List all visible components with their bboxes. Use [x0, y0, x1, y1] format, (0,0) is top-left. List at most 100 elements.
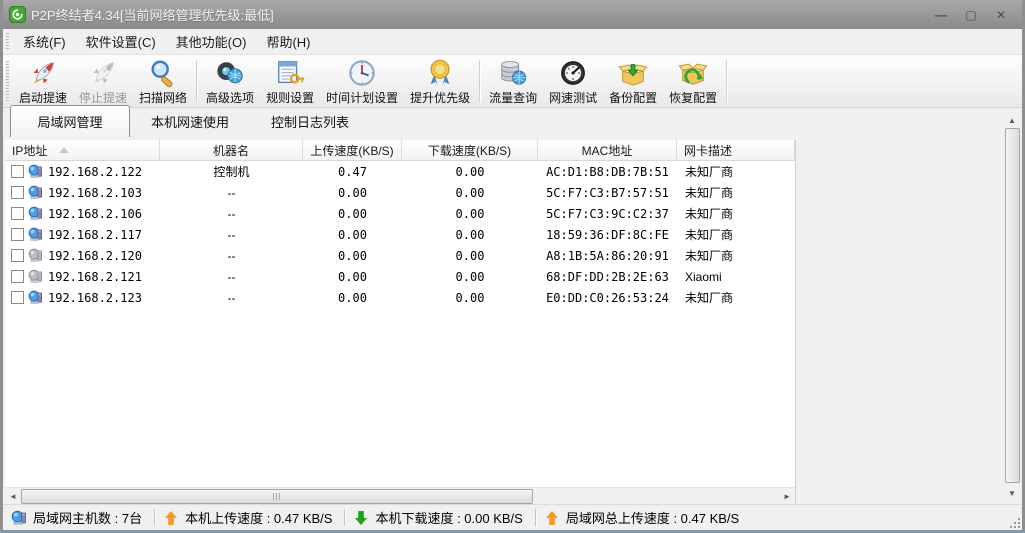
- host-row[interactable]: 192.168.2.117 -- 0.00 0.00 18:59:36:DF:8C:FE…: [5, 224, 795, 245]
- host-mac: 68:DF:DD:2B:2E:63: [546, 269, 669, 284]
- menu-item-system[interactable]: 系统(F): [13, 29, 76, 54]
- scroll-down-icon[interactable]: ▼: [1004, 485, 1020, 501]
- app-window: P2P终结者4.34[当前网络管理优先级:最低] — ▢ ✕ 系统(F) 软件设置…: [0, 0, 1025, 533]
- host-checkbox[interactable]: [11, 291, 24, 304]
- computer-icon: [28, 227, 44, 242]
- host-checkbox[interactable]: [11, 165, 24, 178]
- status-text: 本机下载速度 : 0.00 KB/S: [375, 511, 523, 526]
- host-checkbox[interactable]: [11, 270, 24, 283]
- toolbar-separator: [726, 60, 728, 102]
- tab-lan-manage[interactable]: 局域网管理: [10, 105, 130, 138]
- host-name: --: [227, 269, 236, 284]
- app-logo-icon: [9, 6, 26, 23]
- host-download-speed: 0.00: [455, 227, 485, 242]
- toolbar-button-priority[interactable]: 提升优先级: [404, 56, 476, 106]
- column-header[interactable]: 机器名: [160, 140, 303, 160]
- menu-item-help[interactable]: 帮助(H): [256, 29, 320, 54]
- menu-bar: 系统(F) 软件设置(C) 其他功能(O) 帮助(H): [3, 29, 1022, 55]
- host-list: IP地址 机器名 上传速度(KB/S) 下载速度(KB/S) MAC地址 网卡描述 192…: [5, 140, 796, 504]
- scroll-right-icon[interactable]: ►: [779, 488, 795, 504]
- toolbar: 启动提速 停止提速 扫描网络 高级选项 规则设置 时间计划设置 提升优先级 流量查询 网速测试备…: [3, 55, 1022, 108]
- toolbar-label: 流量查询: [489, 90, 538, 105]
- host-ip: 192.168.2.121: [48, 269, 142, 284]
- title-bar[interactable]: P2P终结者4.34[当前网络管理优先级:最低] — ▢ ✕: [3, 0, 1022, 29]
- scroll-grip-icon: [272, 493, 282, 500]
- status-text: 本机上传速度 : 0.47 KB/S: [185, 511, 333, 526]
- menu-item-other[interactable]: 其他功能(O): [166, 29, 257, 54]
- tab-content: IP地址 机器名 上传速度(KB/S) 下载速度(KB/S) MAC地址 网卡描述 192…: [3, 137, 1022, 504]
- toolbar-label: 备份配置: [609, 90, 658, 105]
- host-row[interactable]: 192.168.2.120 -- 0.00 0.00 A8:1B:5A:86:20:91…: [5, 245, 795, 266]
- toolbar-label: 高级选项: [206, 90, 255, 105]
- host-download-speed: 0.00: [455, 206, 485, 221]
- toolbar-label: 提升优先级: [410, 90, 471, 105]
- status-text: 局域网主机数 : 7台: [33, 511, 143, 526]
- column-header[interactable]: 上传速度(KB/S): [303, 140, 402, 160]
- column-header[interactable]: IP地址: [5, 140, 160, 160]
- status-lan-up: 局域网总上传速度 : 0.47 KB/S: [536, 505, 751, 530]
- host-checkbox[interactable]: [11, 207, 24, 220]
- status-bar: 局域网主机数 : 7台 本机上传速度 : 0.47 KB/S 本机下载速度 : 0.…: [3, 504, 1022, 530]
- status-text: 局域网总上传速度 : 0.47 KB/S: [565, 511, 740, 526]
- toolbar-button-advanced[interactable]: 高级选项: [200, 56, 260, 106]
- host-ip: 192.168.2.106: [48, 206, 142, 221]
- scroll-left-icon[interactable]: ◄: [5, 488, 21, 504]
- toolbar-button-scan-network[interactable]: 扫描网络: [133, 56, 193, 106]
- rocket-stop-icon: [88, 58, 118, 88]
- horizontal-scroll-thumb[interactable]: [21, 489, 533, 504]
- host-vendor: 未知厂商: [685, 165, 734, 179]
- host-upload-speed: 0.00: [338, 269, 367, 284]
- host-checkbox[interactable]: [11, 228, 24, 241]
- host-ip: 192.168.2.103: [48, 185, 142, 200]
- host-upload-speed: 0.47: [338, 164, 367, 179]
- host-row[interactable]: 192.168.2.106 -- 0.00 0.00 5C:F7:C3:9C:C2:37…: [5, 203, 795, 224]
- column-header[interactable]: 下载速度(KB/S): [402, 140, 538, 160]
- vertical-scrollbar[interactable]: ▲ ▼: [1004, 112, 1021, 501]
- toolbar-button-rules[interactable]: 规则设置: [260, 56, 320, 106]
- maximize-button[interactable]: ▢: [962, 7, 980, 23]
- menu-item-settings[interactable]: 软件设置(C): [76, 29, 166, 54]
- column-header[interactable]: 网卡描述: [677, 140, 795, 160]
- host-mac: 5C:F7:C3:B7:57:51: [546, 185, 669, 200]
- horizontal-scrollbar[interactable]: ◄ ►: [5, 487, 795, 504]
- minimize-button[interactable]: —: [932, 7, 950, 23]
- scroll-up-icon[interactable]: ▲: [1004, 112, 1020, 128]
- toolbar-label: 恢复配置: [669, 90, 718, 105]
- priority-medal-icon: [425, 58, 455, 88]
- host-ip: 192.168.2.123: [48, 290, 142, 305]
- list-filler: [5, 308, 795, 487]
- host-checkbox[interactable]: [11, 186, 24, 199]
- host-row[interactable]: 192.168.2.121 -- 0.00 0.00 68:DF:DD:2B:2E:63…: [5, 266, 795, 287]
- vertical-scroll-thumb[interactable]: [1005, 128, 1020, 483]
- tab-local-speed[interactable]: 本机网速使用: [130, 107, 250, 137]
- toolbar-button-traffic-query[interactable]: 流量查询: [483, 56, 543, 106]
- resize-grip[interactable]: [1007, 515, 1020, 528]
- host-upload-speed: 0.00: [338, 290, 367, 305]
- toolbar-button-start-boost[interactable]: 启动提速: [13, 56, 73, 106]
- toolbar-button-restore-config[interactable]: 恢复配置: [663, 56, 723, 106]
- host-download-speed: 0.00: [455, 185, 485, 200]
- host-row[interactable]: 192.168.2.123 -- 0.00 0.00 E0:DD:C0:26:53:24…: [5, 287, 795, 308]
- close-button[interactable]: ✕: [992, 7, 1010, 23]
- host-upload-speed: 0.00: [338, 227, 367, 242]
- scan-network-icon: [148, 58, 178, 88]
- computer-gray-icon: [28, 269, 44, 284]
- host-vendor: 未知厂商: [685, 291, 734, 305]
- host-row[interactable]: 192.168.2.103 -- 0.00 0.00 5C:F7:C3:B7:57:51…: [5, 182, 795, 203]
- list-header: IP地址 机器名 上传速度(KB/S) 下载速度(KB/S) MAC地址 网卡描述: [5, 140, 795, 161]
- host-mac: AC:D1:B8:DB:7B:51: [546, 164, 669, 179]
- toolbar-button-stop-boost[interactable]: 停止提速: [73, 56, 133, 106]
- host-checkbox[interactable]: [11, 249, 24, 262]
- column-header[interactable]: MAC地址: [538, 140, 677, 160]
- traffic-query-icon: [498, 58, 528, 88]
- host-row[interactable]: 192.168.2.122 控制机 0.47 0.00 AC:D1:B8:DB:7B:5…: [5, 161, 795, 182]
- toolbar-button-speed-test[interactable]: 网速测试: [543, 56, 603, 106]
- tab-control-log[interactable]: 控制日志列表: [250, 107, 370, 137]
- toolbar-label: 网速测试: [549, 90, 598, 105]
- toolbar-button-schedule[interactable]: 时间计划设置: [320, 56, 404, 106]
- host-name: --: [227, 206, 236, 221]
- status-down-speed: 本机下载速度 : 0.00 KB/S: [345, 505, 534, 530]
- menu-gripper: [6, 32, 9, 51]
- toolbar-label: 启动提速: [19, 90, 68, 105]
- toolbar-button-backup-config[interactable]: 备份配置: [603, 56, 663, 106]
